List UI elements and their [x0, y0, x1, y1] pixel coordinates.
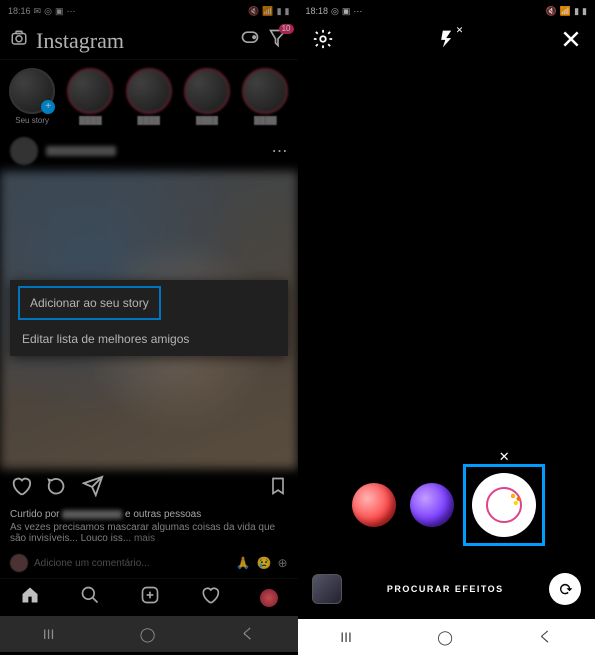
android-nav-bar: III ◯ く	[298, 619, 595, 655]
story-label: ████	[79, 116, 102, 125]
story-label: ████	[254, 116, 277, 125]
mute-icon: 🔇	[546, 6, 557, 17]
context-menu: Adicionar ao seu story Editar lista de m…	[10, 280, 288, 356]
camera-bottom-bar: PROCURAR EFEITOS	[298, 559, 595, 619]
stories-tray[interactable]: Seu story ████ ████ ████ ████	[0, 60, 298, 131]
post-caption-area: Curtido por e outras pessoas As vezes pr…	[0, 509, 298, 550]
liked-by-prefix: Curtido por	[10, 509, 59, 520]
more-options-icon[interactable]: ⋯	[272, 141, 288, 161]
camera-viewfinder[interactable]: ✕ PROCURAR EFEITOS	[298, 62, 595, 619]
post-actions	[0, 469, 298, 509]
notif-icon: ◎	[44, 6, 52, 17]
activity-badge: 10	[279, 24, 294, 34]
direct-messages-icon[interactable]	[240, 28, 260, 53]
effect-option[interactable]	[352, 483, 396, 527]
notif-icon: ▣	[55, 6, 64, 17]
quick-emoji-more[interactable]: ⊕	[277, 556, 287, 570]
close-icon[interactable]	[561, 29, 581, 55]
battery-icon: ▮	[582, 6, 587, 17]
signal-icon: ▮	[277, 6, 282, 17]
tab-new-post[interactable]	[140, 585, 160, 610]
story-item[interactable]: ████	[183, 68, 231, 125]
screenshot-instagram-feed: 18:16 ✉ ◎ ▣ ⋯ 🔇 📶 ▮ ▮ Instagram 10 Seu s…	[0, 0, 298, 655]
tab-search[interactable]	[80, 585, 100, 610]
search-effects-icon	[486, 487, 522, 523]
nav-back[interactable]: く	[241, 624, 255, 644]
tab-profile[interactable]	[260, 589, 278, 607]
notif-icon: ⋯	[66, 6, 75, 17]
switch-camera-button[interactable]	[549, 573, 581, 605]
story-item[interactable]: ████	[125, 68, 173, 125]
story-label: ████	[196, 116, 219, 125]
post-header: ⋯	[0, 131, 298, 171]
liked-by-name[interactable]	[62, 510, 122, 519]
avatar	[67, 68, 113, 114]
add-comment-row[interactable]: Adicione um comentário... 🙏 😢 ⊕	[0, 550, 298, 578]
notif-icon: ✉	[34, 6, 42, 17]
activity-icon[interactable]: 10	[268, 28, 288, 53]
notif-icon: ◎	[331, 6, 339, 17]
camera-header: ✕	[298, 22, 595, 62]
effects-carousel[interactable]: ✕	[298, 469, 595, 541]
your-story[interactable]: Seu story	[8, 68, 56, 125]
camera-icon[interactable]	[10, 29, 28, 52]
app-header: Instagram 10	[0, 22, 298, 60]
instagram-logo: Instagram	[36, 28, 232, 54]
status-bar: 18:18 ◎ ▣ ⋯ 🔇 📶 ▮ ▮	[298, 0, 595, 22]
comment-icon[interactable]	[46, 475, 68, 503]
story-label: Seu story	[15, 116, 49, 125]
story-item[interactable]: ████	[241, 68, 289, 125]
quick-emoji[interactable]: 😢	[256, 556, 271, 570]
avatar	[242, 68, 288, 114]
search-effects-label[interactable]: PROCURAR EFEITOS	[342, 584, 550, 594]
settings-icon[interactable]	[312, 28, 334, 56]
close-effect-icon[interactable]: ✕	[499, 449, 510, 465]
my-avatar	[10, 554, 28, 572]
profile-avatar	[260, 589, 278, 607]
notif-icon: ▣	[342, 6, 351, 17]
poster-name[interactable]	[46, 146, 116, 156]
flash-off-x: ✕	[456, 25, 464, 36]
tab-activity[interactable]	[200, 585, 220, 610]
mute-icon: 🔇	[248, 6, 259, 17]
flash-icon[interactable]: ✕	[437, 29, 457, 55]
status-time: 18:18	[306, 6, 329, 16]
liked-by-suffix: e outras pessoas	[125, 509, 201, 520]
nav-recents[interactable]: III	[340, 629, 352, 645]
avatar	[126, 68, 172, 114]
story-item[interactable]: ████	[66, 68, 114, 125]
quick-emoji[interactable]: 🙏	[236, 556, 251, 570]
menu-item-add-to-story[interactable]: Adicionar ao seu story	[18, 286, 161, 320]
caption-more[interactable]: mais	[134, 533, 155, 544]
screenshot-instagram-story-camera: 18:18 ◎ ▣ ⋯ 🔇 📶 ▮ ▮ ✕ ✕	[298, 0, 595, 655]
nav-home[interactable]: ◯	[140, 626, 156, 643]
wifi-icon: 📶	[262, 6, 273, 17]
bottom-nav	[0, 578, 298, 616]
android-nav-bar: III ◯ く	[0, 616, 298, 652]
shutter-button[interactable]	[472, 473, 536, 537]
menu-item-edit-close-friends[interactable]: Editar lista de melhores amigos	[10, 322, 288, 356]
avatar	[9, 68, 55, 114]
status-time: 18:16	[8, 6, 31, 16]
comment-placeholder[interactable]: Adicione um comentário...	[34, 558, 230, 569]
bookmark-icon[interactable]	[268, 476, 288, 502]
effect-option[interactable]	[410, 483, 454, 527]
like-icon[interactable]	[10, 475, 32, 503]
shutter-highlight: ✕	[468, 469, 540, 541]
story-label: ████	[137, 116, 160, 125]
nav-recents[interactable]: III	[43, 626, 55, 642]
gallery-thumbnail[interactable]	[312, 574, 342, 604]
notif-icon: ⋯	[353, 6, 362, 17]
tab-home[interactable]	[20, 585, 40, 610]
wifi-icon: 📶	[560, 6, 571, 17]
battery-icon: ▮	[285, 6, 290, 17]
status-bar: 18:16 ✉ ◎ ▣ ⋯ 🔇 📶 ▮ ▮	[0, 0, 298, 22]
poster-avatar[interactable]	[10, 137, 38, 165]
nav-home[interactable]: ◯	[437, 629, 453, 646]
avatar	[184, 68, 230, 114]
share-icon[interactable]	[82, 475, 104, 503]
nav-back[interactable]: く	[538, 627, 552, 647]
signal-icon: ▮	[574, 6, 579, 17]
